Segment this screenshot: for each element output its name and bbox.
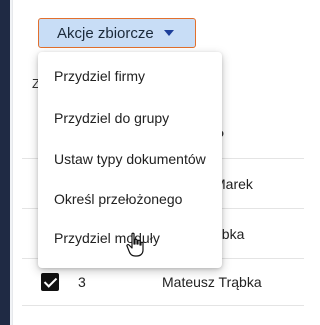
caret-down-icon — [164, 30, 174, 36]
menu-item-assign-companies[interactable]: Przydziel firmy — [38, 56, 222, 96]
hand-pointer-cursor-icon — [126, 232, 144, 257]
row-number: 3 — [78, 274, 86, 290]
bulk-actions-label: Akcje zbiorcze — [57, 24, 154, 42]
menu-item-set-supervisor[interactable]: Określ przełożonego — [38, 179, 222, 219]
menu-item-set-document-types[interactable]: Ustaw typy dokumentów — [38, 139, 222, 179]
left-navigation-strip — [0, 0, 10, 325]
row-divider — [22, 305, 304, 306]
bulk-actions-button[interactable]: Akcje zbiorcze — [38, 18, 196, 48]
menu-item-assign-to-group[interactable]: Przydziel do grupy — [38, 98, 222, 138]
row-checkbox-checked[interactable] — [41, 273, 59, 291]
row-name-3: Mateusz Trąbka — [162, 274, 262, 290]
